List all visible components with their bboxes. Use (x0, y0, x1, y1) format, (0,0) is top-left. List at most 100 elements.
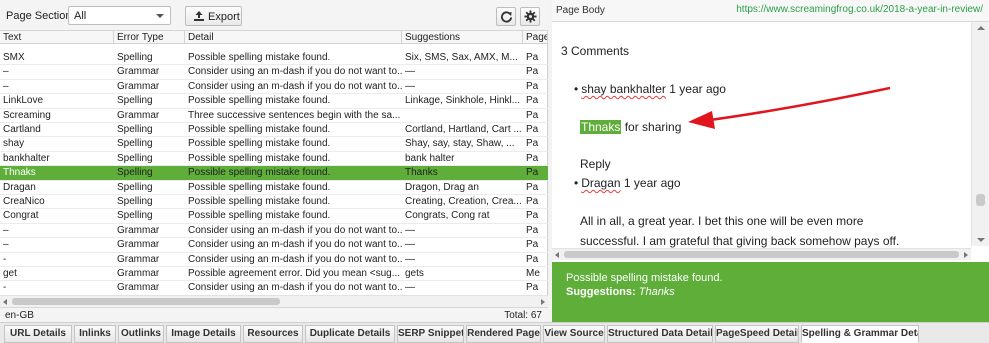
row-error-type-cell: Grammar (117, 109, 160, 121)
row-page-cell: Pa (526, 52, 539, 63)
tab-duplicate-details[interactable]: Duplicate Details (305, 325, 395, 343)
scroll-right-icon[interactable] (541, 299, 545, 305)
table-body: SMX Spelling Possible spelling mistake fou… (0, 44, 548, 295)
red-arrow-annotation (688, 86, 891, 129)
table-row[interactable]: get Grammar Possible agreement error. Did … (0, 267, 548, 282)
page-section-select[interactable]: All (68, 6, 171, 25)
scrollbar-thumb[interactable] (12, 298, 280, 305)
table-row-selected[interactable]: Thnaks Spelling Possible spelling mistake … (0, 166, 548, 181)
tab-inlinks[interactable]: Inlinks (74, 325, 116, 343)
row-detail-cell: Possible spelling mistake found. (188, 181, 331, 193)
row-suggestions-cell: Shay, say, stay, Shaw, ... (405, 138, 515, 150)
row-error-type-cell: Spelling (117, 181, 153, 193)
tab-rendered-page[interactable]: Rendered Page (466, 325, 541, 343)
row-page-cell: Pa (526, 109, 539, 121)
column-header-detail[interactable]: Detail (185, 31, 402, 44)
row-page-cell: Pa (526, 181, 539, 193)
table-row[interactable]: LinkLove Spelling Possible spelling mistak… (0, 94, 548, 109)
row-text-cell: - (3, 253, 7, 265)
scroll-right-icon[interactable] (964, 252, 968, 258)
table-row[interactable]: bankhalter Spelling Possible spelling mist… (0, 152, 548, 167)
row-error-type-cell: Spelling (117, 124, 153, 135)
vertical-scrollbar[interactable] (971, 22, 989, 246)
row-text-cell: Congrat (3, 210, 39, 222)
row-error-type-cell: Spelling (117, 167, 153, 179)
horizontal-scrollbar[interactable] (0, 295, 548, 307)
scrollbar-thumb[interactable] (976, 194, 985, 206)
tab-url-details[interactable]: URL Details (4, 325, 72, 343)
row-text-cell: Cartland (3, 124, 41, 135)
table-row[interactable]: CreaNico Spelling Possible spelling mistak… (0, 195, 548, 210)
table-row[interactable]: - Grammar Consider using an m-dash if you … (0, 281, 548, 295)
row-detail-cell: Possible spelling mistake found. (188, 124, 331, 135)
tab-pagespeed-details[interactable]: PageSpeed Details (715, 325, 799, 343)
table-row[interactable]: – Grammar Consider using an m-dash if you … (0, 80, 548, 95)
row-text-cell: – (3, 239, 9, 251)
row-text-cell: – (3, 224, 9, 236)
row-suggestions-cell: — (405, 224, 415, 236)
row-page-cell: Pa (526, 167, 539, 179)
row-page-cell: Pa (526, 239, 539, 251)
row-error-type-cell: Grammar (117, 66, 160, 78)
column-header-page[interactable]: Page (523, 31, 548, 44)
row-error-type-cell: Grammar (117, 253, 160, 265)
refresh-button[interactable] (496, 7, 516, 26)
row-error-type-cell: Spelling (117, 95, 153, 107)
settings-button[interactable] (520, 7, 540, 26)
table-row[interactable]: SMX Spelling Possible spelling mistake fou… (0, 51, 548, 66)
scrollbar-thumb[interactable] (564, 251, 959, 258)
tab-serp-snippet[interactable]: SERP Snippet (397, 325, 464, 343)
suggestions-line: Suggestions: Thanks (566, 286, 675, 298)
suggestions-label: Suggestions: (566, 286, 636, 298)
page-body-horizontal-scrollbar[interactable] (552, 248, 971, 260)
column-header-suggestions[interactable]: Suggestions (402, 31, 523, 44)
results-table: Text Error Type Detail Suggestions Page … (0, 31, 548, 295)
row-page-cell: Pa (526, 196, 539, 207)
row-page-cell: Pa (526, 253, 539, 265)
page-section-value: All (74, 10, 87, 22)
row-error-type-cell: Spelling (117, 210, 153, 222)
row-text-cell: - (3, 282, 7, 294)
column-header-error-type[interactable]: Error Type (114, 31, 185, 44)
chevron-down-icon (156, 14, 164, 18)
tab-view-source[interactable]: View Source (543, 325, 605, 343)
tab-outlinks[interactable]: Outlinks (118, 325, 164, 343)
row-text-cell: Screaming (3, 109, 51, 121)
table-row[interactable]: – Grammar Consider using an m-dash if you … (0, 238, 548, 253)
export-button[interactable]: Export (185, 6, 242, 26)
table-row[interactable]: – Grammar Consider using an m-dash if you … (0, 65, 548, 80)
tab-resources[interactable]: Resources (243, 325, 303, 343)
table-row[interactable]: shay Spelling Possible spelling mistake fo… (0, 137, 548, 152)
tab-spelling-grammar-details[interactable]: Spelling & Grammar Details (801, 325, 919, 343)
row-detail-cell: Possible spelling mistake found. (188, 152, 331, 164)
gear-icon (524, 10, 537, 23)
table-row[interactable]: Screaming Grammar Three successive sentenc… (0, 109, 548, 123)
row-error-type-cell: Spelling (117, 152, 153, 164)
tab-image-details[interactable]: Image Details (166, 325, 241, 343)
row-error-type-cell: Grammar (117, 224, 160, 236)
row-text-cell: – (3, 80, 9, 92)
row-error-type-cell: Spelling (117, 138, 153, 150)
app-window: Page Section: All Export Text Error Type… (0, 0, 989, 343)
table-row[interactable]: Cartland Spelling Possible spelling mistak… (0, 123, 548, 138)
row-detail-cell: Possible spelling mistake found. (188, 95, 331, 107)
tab-structured-data-details[interactable]: Structured Data Details (607, 325, 713, 343)
scroll-down-icon[interactable] (977, 238, 985, 242)
table-row[interactable]: Congrat Spelling Possible spelling mistake… (0, 209, 548, 224)
column-header-text[interactable]: Text (0, 31, 114, 44)
table-row[interactable]: Dragan Spelling Possible spelling mistake … (0, 181, 548, 195)
row-text-cell: get (3, 268, 17, 279)
table-row[interactable]: – Grammar Consider using an m-dash if you … (0, 224, 548, 239)
scroll-left-icon[interactable] (3, 299, 7, 305)
row-page-cell: Pa (526, 210, 539, 222)
page-url-link[interactable]: https://www.screamingfrog.co.uk/2018-a-y… (736, 4, 983, 15)
scroll-up-icon[interactable] (977, 26, 985, 30)
refresh-icon (500, 11, 513, 23)
row-detail-cell: Possible spelling mistake found. (188, 52, 331, 63)
page-body-view: 3 Comments • shay bankhalter 1 year ago T… (552, 22, 989, 248)
scroll-left-icon[interactable] (555, 252, 559, 258)
table-row[interactable]: - Grammar Consider using an m-dash if you … (0, 253, 548, 267)
row-text-cell: LinkLove (3, 95, 44, 107)
row-text-cell: CreaNico (3, 196, 45, 207)
error-message: Possible spelling mistake found. (566, 272, 723, 284)
